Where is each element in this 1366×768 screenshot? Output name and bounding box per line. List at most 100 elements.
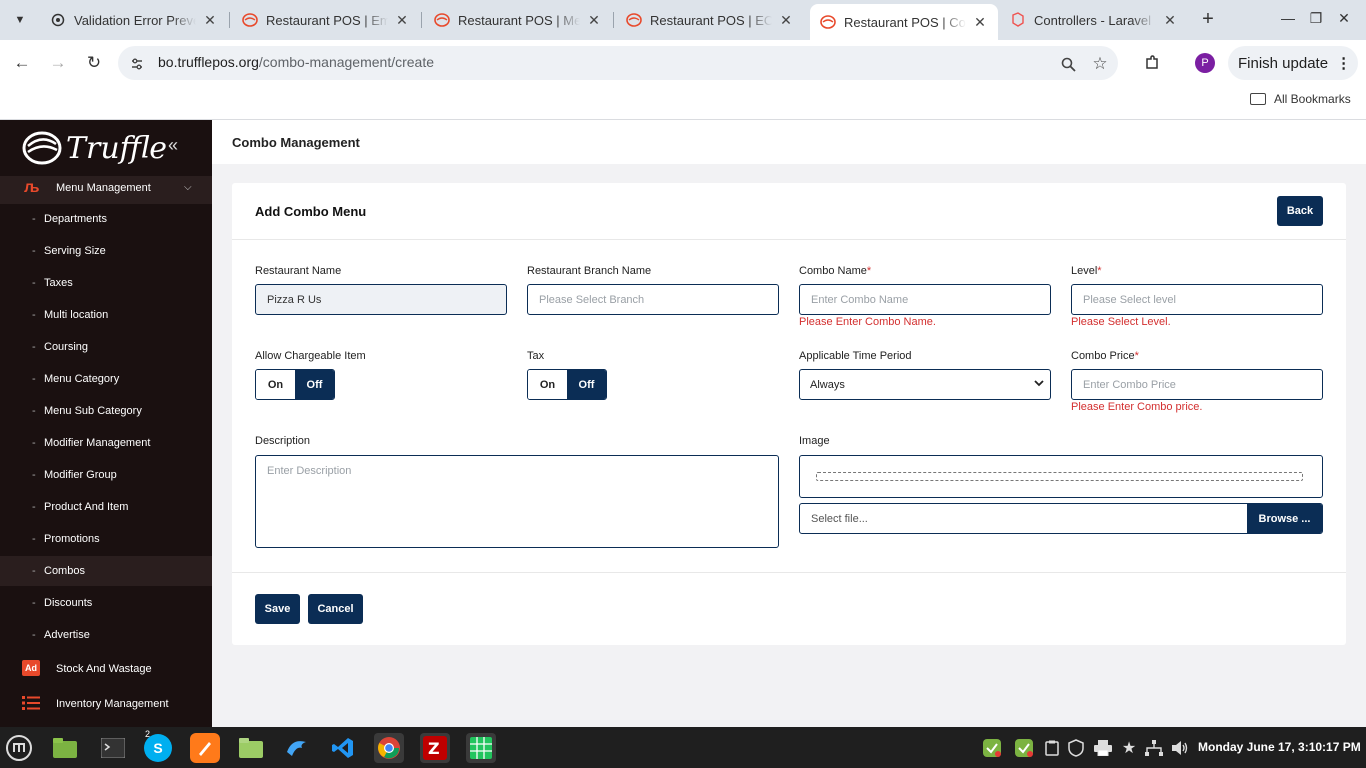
new-tab-button[interactable]: + xyxy=(1196,8,1220,32)
combo-price-label: Combo Price* xyxy=(1071,350,1139,362)
tab-search-button[interactable]: ▼ xyxy=(8,8,32,32)
sidebar-item-discounts[interactable]: - Discounts xyxy=(0,588,212,618)
sidebar-item-combos[interactable]: - Combos xyxy=(0,556,212,586)
site-settings-icon[interactable] xyxy=(128,55,146,73)
browser-tab-active[interactable]: Restaurant POS | Com ✕ xyxy=(810,4,998,40)
cancel-button[interactable]: Cancel xyxy=(308,594,363,624)
page-header: Combo Management xyxy=(212,120,1366,164)
close-window-icon[interactable]: ✕ xyxy=(1334,10,1354,27)
sidebar-item-modifier-management[interactable]: - Modifier Management xyxy=(0,428,212,458)
nemo-folder-icon[interactable] xyxy=(236,733,266,763)
combo-price-input[interactable] xyxy=(1071,369,1323,400)
sidebar-item-serving-size[interactable]: - Serving Size xyxy=(0,236,212,266)
bookmark-star-icon[interactable]: ☆ xyxy=(1091,54,1109,73)
address-bar-row: ← → ↻ bo.trufflepos.org/combo-management… xyxy=(0,40,1366,86)
level-select[interactable] xyxy=(1071,284,1323,315)
profile-avatar[interactable]: P xyxy=(1195,53,1215,73)
sidebar-item-stock-and-wastage[interactable]: Ad Stock And Wastage xyxy=(0,653,212,685)
spreadsheet-icon[interactable] xyxy=(466,733,496,763)
restaurant-name-input[interactable] xyxy=(255,284,507,315)
chargeable-off-option[interactable]: Off xyxy=(295,370,334,399)
browse-button[interactable]: Browse ... xyxy=(1247,504,1322,533)
zoom-icon[interactable] xyxy=(1059,55,1077,73)
sidebar-item-menu-category[interactable]: - Menu Category xyxy=(0,364,212,394)
back-button[interactable]: Back xyxy=(1277,196,1323,226)
sidebar-item-coursing[interactable]: - Coursing xyxy=(0,332,212,362)
combo-price-error: Please Enter Combo price. xyxy=(1071,401,1203,413)
browser-tab[interactable]: Validation Error Preve ✕ xyxy=(40,6,228,34)
back-arrow-icon[interactable]: ← xyxy=(10,51,34,75)
save-button[interactable]: Save xyxy=(255,594,300,624)
filezilla-icon[interactable]: Z xyxy=(420,733,450,763)
mint-menu-icon[interactable] xyxy=(4,733,34,763)
combo-name-input[interactable] xyxy=(799,284,1051,315)
browser-tab[interactable]: Restaurant POS | Empl ✕ xyxy=(232,6,420,34)
vscode-icon[interactable] xyxy=(328,733,358,763)
dolphin-icon[interactable] xyxy=(282,733,312,763)
branch-select[interactable] xyxy=(527,284,779,315)
collapse-sidebar-icon[interactable]: « xyxy=(168,135,178,156)
close-icon[interactable]: ✕ xyxy=(586,12,602,29)
file-input[interactable]: Select file... Browse ... xyxy=(799,503,1323,534)
printer-icon[interactable] xyxy=(1093,738,1113,758)
terminal-icon[interactable] xyxy=(98,733,128,763)
volume-icon[interactable] xyxy=(1170,738,1190,758)
all-bookmarks-button[interactable]: All Bookmarks xyxy=(1250,92,1351,106)
tax-toggle[interactable]: On Off xyxy=(527,369,607,400)
update-shield-icon[interactable] xyxy=(982,738,1002,758)
truffle-logo[interactable]: Truffle xyxy=(22,128,167,168)
text-editor-icon[interactable] xyxy=(190,733,220,763)
sidebar-item-label: Inventory Management xyxy=(56,698,169,710)
sidebar-item-advertise[interactable]: - Advertise xyxy=(0,620,212,650)
sidebar-item-menu-sub-category[interactable]: - Menu Sub Category xyxy=(0,396,212,426)
tax-off-option[interactable]: Off xyxy=(567,370,606,399)
sidebar: Truffle « љ Menu Management ⌵ - Departmen… xyxy=(0,120,212,727)
close-icon[interactable]: ✕ xyxy=(1162,12,1178,29)
sidebar-item-taxes[interactable]: - Taxes xyxy=(0,268,212,298)
shield-icon[interactable] xyxy=(1066,738,1086,758)
browser-tab[interactable]: Controllers - Laravel 1 ✕ xyxy=(1000,6,1188,34)
image-preview-area[interactable] xyxy=(799,455,1323,498)
sidebar-item-label: Product And Item xyxy=(44,501,129,513)
close-icon[interactable]: ✕ xyxy=(202,12,218,29)
browser-tab[interactable]: Restaurant POS | Men ✕ xyxy=(424,6,612,34)
url-domain: bo.trufflepos.org xyxy=(158,54,259,70)
time-period-select[interactable]: Always xyxy=(799,369,1051,400)
url-path: /combo-management/create xyxy=(258,54,435,70)
sidebar-item-label: Taxes xyxy=(44,277,73,289)
chevron-down-icon: ⌵ xyxy=(184,182,192,193)
chargeable-toggle[interactable]: On Off xyxy=(255,369,335,400)
chargeable-on-option[interactable]: On xyxy=(256,370,295,399)
clipboard-icon[interactable] xyxy=(1042,738,1062,758)
restore-icon[interactable]: ❐ xyxy=(1306,10,1326,27)
restaurant-name-label: Restaurant Name xyxy=(255,265,342,277)
clock[interactable]: Monday June 17, 3:10:17 PM xyxy=(1198,740,1361,754)
close-icon[interactable]: ✕ xyxy=(394,12,410,29)
sync-check-icon[interactable] xyxy=(1014,738,1034,758)
network-icon[interactable] xyxy=(1144,738,1164,758)
dash-icon: - xyxy=(32,629,36,641)
forward-arrow-icon[interactable]: → xyxy=(46,51,70,75)
close-icon[interactable]: ✕ xyxy=(972,14,988,31)
browser-tab[interactable]: Restaurant POS | EOD ✕ xyxy=(616,6,804,34)
chrome-icon[interactable] xyxy=(374,733,404,763)
truffle-logo-icon xyxy=(22,131,62,165)
reload-icon[interactable]: ↻ xyxy=(82,51,106,75)
extensions-icon[interactable] xyxy=(1140,51,1164,75)
minimize-icon[interactable]: — xyxy=(1278,10,1298,26)
files-folder-icon[interactable] xyxy=(50,733,80,763)
tax-on-option[interactable]: On xyxy=(528,370,567,399)
sidebar-item-modifier-group[interactable]: - Modifier Group xyxy=(0,460,212,490)
level-error: Please Select Level. xyxy=(1071,316,1171,328)
close-icon[interactable]: ✕ xyxy=(778,12,794,29)
description-textarea[interactable] xyxy=(255,455,779,548)
star-icon[interactable]: ★ xyxy=(1119,738,1139,758)
finish-update-button[interactable]: Finish update ⋮ xyxy=(1228,46,1358,80)
sidebar-item-multi-location[interactable]: - Multi location xyxy=(0,300,212,330)
sidebar-item-promotions[interactable]: - Promotions xyxy=(0,524,212,554)
sidebar-item-product-and-item[interactable]: - Product And Item xyxy=(0,492,212,522)
url-omnibox[interactable]: bo.trufflepos.org/combo-management/creat… xyxy=(118,46,1118,80)
sidebar-item-departments[interactable]: - Departments xyxy=(0,204,212,234)
sidebar-item-menu-management[interactable]: љ Menu Management ⌵ xyxy=(0,176,212,204)
sidebar-item-inventory-management[interactable]: Inventory Management xyxy=(0,688,212,720)
